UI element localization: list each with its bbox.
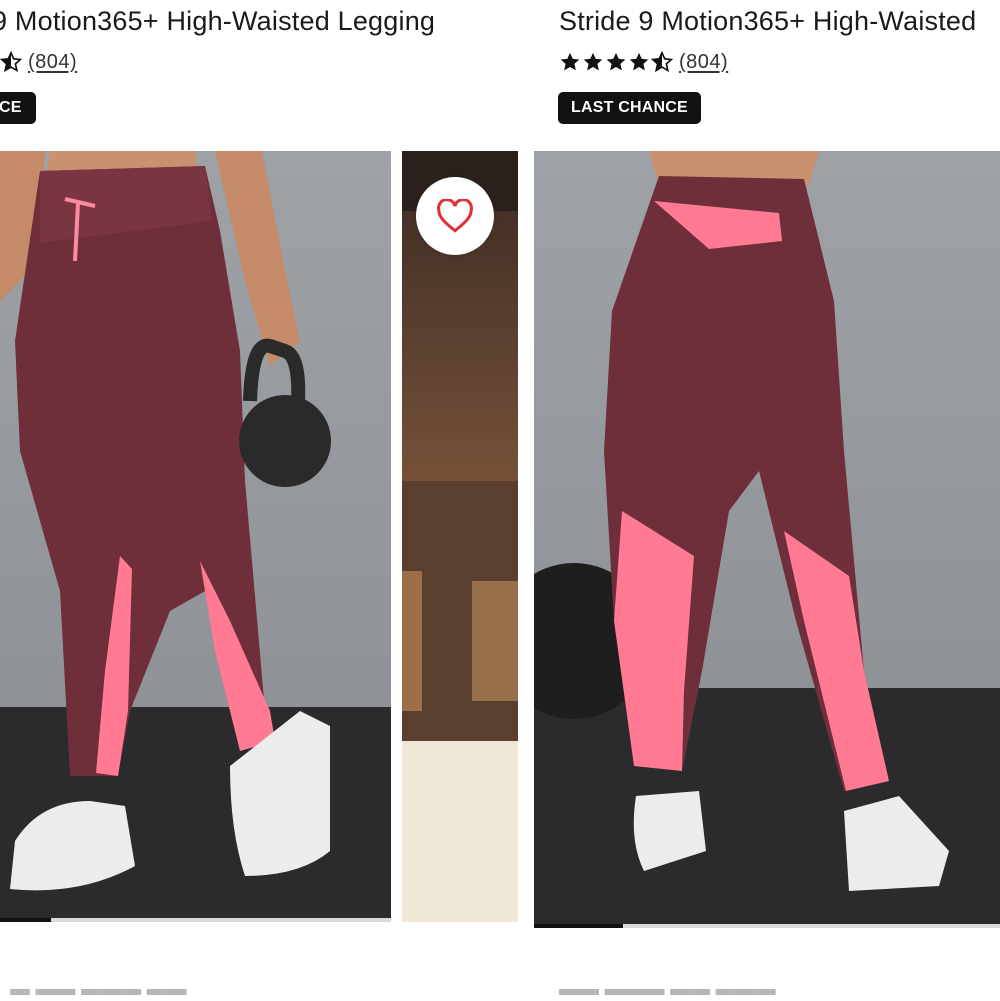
image-progress-track: [0, 918, 391, 922]
product-image-alt[interactable]: [402, 151, 518, 922]
image-progress-track: [534, 924, 1000, 928]
heart-outline-icon: [437, 199, 473, 233]
last-chance-badge: CE: [0, 92, 36, 124]
star-icon: [560, 52, 580, 71]
star-icon: [606, 52, 626, 71]
next-row-preview: ▬▬ ▬▬▬ ▬▬ ▬▬▬: [559, 978, 776, 1000]
review-count[interactable]: (804): [28, 51, 77, 74]
half-star-icon: [0, 51, 22, 73]
star-rating: [559, 51, 673, 73]
product-image-back[interactable]: [534, 151, 1000, 928]
model-back-illustration: [534, 151, 949, 891]
product-image-front[interactable]: [0, 151, 391, 922]
image-progress-fill: [0, 918, 51, 922]
next-row-preview: ▬ ▬▬ ▬▬▬ ▬▬: [10, 978, 187, 1000]
product-title[interactable]: 9 Motion365+ High-Waisted Legging: [0, 6, 435, 37]
model-front-illustration: [0, 151, 331, 891]
product-card-right[interactable]: Stride 9 Motion365+ High-Waisted (804) L…: [534, 0, 1000, 1000]
product-title[interactable]: Stride 9 Motion365+ High-Waisted: [559, 6, 976, 37]
review-count[interactable]: (804): [679, 51, 728, 74]
favorite-button[interactable]: [416, 177, 494, 255]
image-progress-fill: [534, 924, 623, 928]
star-rating: [0, 51, 22, 73]
product-card-left[interactable]: 9 Motion365+ High-Waisted Legging (804) …: [0, 0, 520, 1000]
half-star-icon: [651, 51, 673, 73]
rating-row: (804): [0, 48, 77, 76]
last-chance-badge: LAST CHANCE: [558, 92, 701, 124]
studio-illustration: [402, 151, 518, 922]
star-icon: [583, 52, 603, 71]
star-icon: [629, 52, 649, 71]
rating-row: (804): [559, 48, 728, 76]
